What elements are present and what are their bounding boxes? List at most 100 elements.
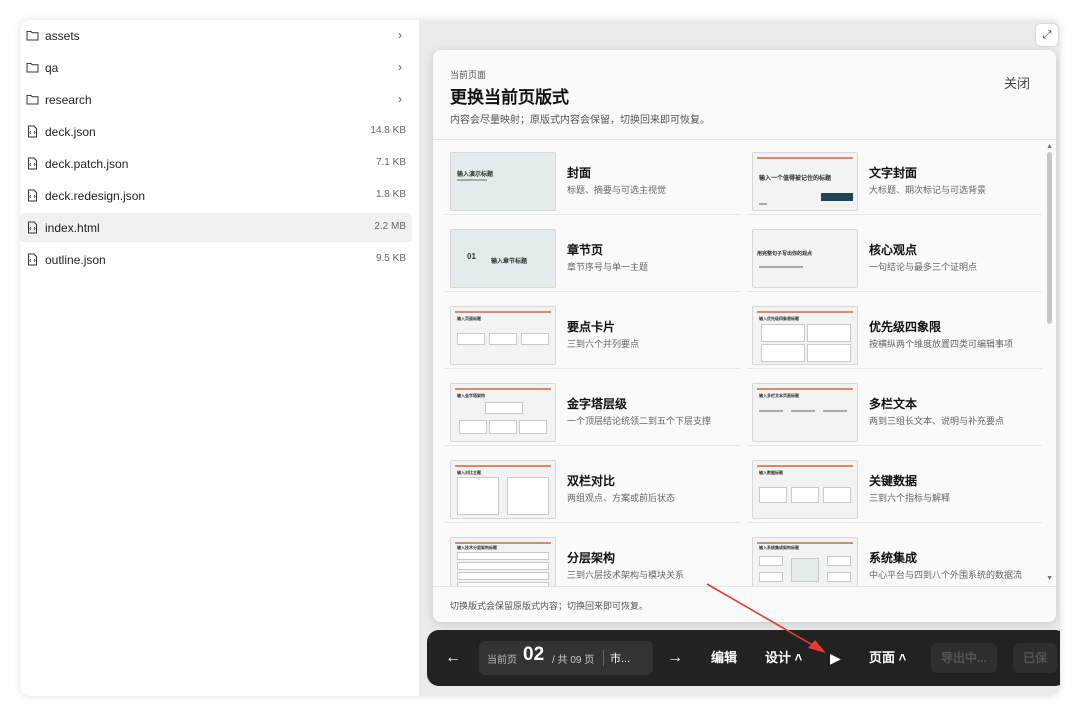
scroll-up-icon[interactable]: ▲ [1046, 143, 1053, 150]
layout-title: 双栏对比 [567, 474, 616, 488]
file-name: outline.json [45, 253, 106, 267]
close-button[interactable]: 关闭 [1004, 73, 1030, 92]
layout-description: 章节序号与单一主题 [567, 262, 649, 272]
chevron-right-icon: › [398, 92, 402, 106]
layout-description: 标题、摘要与可选主视觉 [567, 185, 667, 195]
expand-icon[interactable]: ⤢ [1036, 24, 1058, 46]
layout-option[interactable]: 01 输入章节标题 章节页 章节序号与单一主题 [445, 220, 740, 292]
file-browser: assets › qa › research › deck.json 14.8 KB deck.… [20, 20, 419, 696]
layout-thumbnail: 输入对比主题 [450, 460, 556, 519]
layout-option[interactable]: 输入优先级四象限标题 优先级四象限按横纵两个维度放置四类可编辑事项 [747, 297, 1042, 369]
layout-option[interactable]: 输入系统集成架构标题 系统集成 中心平台与四到八个外围系统的数据流 [747, 528, 1042, 586]
layout-thumbnail: 输入一个值得被记住的标题 [752, 152, 858, 211]
file-name: research [45, 93, 92, 107]
chevron-right-icon: › [398, 28, 402, 42]
layout-thumbnail: 输入技术分层架构标题 [450, 537, 556, 586]
layout-option[interactable]: 输入对比主题 双栏对比两组观点、方案或前后状态 [445, 451, 740, 523]
page-indicator[interactable]: 当前页 02 / 共 09 页 市... [479, 641, 653, 675]
page-menu-button[interactable]: 页面 ˄ [869, 630, 906, 686]
layout-thumbnail: 输入金字塔架构 [450, 383, 556, 442]
next-page-button[interactable]: → [667, 630, 683, 686]
layout-option[interactable]: 输入页面标题 要点卡片三到六个并列要点 [445, 297, 740, 369]
layout-description: 一个顶层结论统领二到五个下层支撑 [567, 416, 712, 426]
layout-description: 三到六个指标与解释 [869, 493, 951, 503]
file-row[interactable]: research › [20, 85, 412, 114]
layout-description: 按横纵两个维度放置四类可编辑事项 [869, 339, 1014, 349]
file-name: deck.redesign.json [45, 189, 146, 203]
dialog-footer-text: 切换版式会保留原版式内容；切换回来即可恢复。 [450, 601, 649, 611]
file-icon [26, 189, 39, 202]
layout-option[interactable]: 输入技术分层架构标题 分层架构三到六层技术架构与模块关系 [445, 528, 740, 586]
layout-option[interactable]: 输入一个值得被记住的标题 文字封面大标题、期次标记与可选背景 [747, 143, 1042, 215]
layout-title: 系统集成 [869, 551, 918, 565]
layout-title: 要点卡片 [567, 320, 616, 334]
dialog-footer: 切换版式会保留原版式内容；切换回来即可恢复。 [433, 586, 1056, 622]
layout-option[interactable]: 用完整句子写出你的观点 核心观点 一句结论与最多三个证明点 [747, 220, 1042, 292]
file-icon [26, 157, 39, 170]
file-row[interactable]: index.html 2.2 MB [20, 213, 412, 242]
folder-icon [26, 93, 39, 106]
app-window: assets › qa › research › deck.json 14.8 KB deck.… [20, 20, 1060, 696]
saved-status: 已保 [1013, 643, 1058, 673]
layout-description: 大标题、期次标记与可选背景 [869, 185, 987, 195]
edit-button[interactable]: 编辑 [711, 630, 737, 686]
file-row[interactable]: outline.json 9.5 KB [20, 245, 412, 274]
layout-title: 金字塔层级 [567, 397, 628, 411]
layout-thumbnail: 输入数据标题 [752, 460, 858, 519]
layout-option[interactable]: 输入多栏文本页面标题 多栏文本 两到三组长文本、说明与补充要点 [747, 374, 1042, 446]
layout-title: 关键数据 [869, 474, 918, 488]
presentation-toolbar: ← 当前页 02 / 共 09 页 市... → 编辑 设计 ˄ ▶ 页面 ˄ … [427, 630, 1060, 686]
page-total: / 共 09 页 [552, 655, 595, 666]
layout-option[interactable]: 输入数据标题 关键数据三到六个指标与解释 [747, 451, 1042, 523]
scroll-down-icon[interactable]: ▼ [1046, 575, 1053, 582]
play-icon[interactable]: ▶ [830, 630, 841, 686]
file-row[interactable]: deck.json 14.8 KB [20, 117, 412, 146]
file-icon [26, 125, 39, 138]
file-size: 2.2 MB [374, 221, 406, 232]
layout-thumbnail: 输入优先级四象限标题 [752, 306, 858, 365]
file-name: deck.json [45, 125, 96, 139]
page-number: 02 [523, 644, 545, 665]
layout-option[interactable]: 输入演示标题 封面 标题、摘要与可选主视觉 [445, 143, 740, 215]
file-row[interactable]: deck.patch.json 7.1 KB [20, 149, 412, 178]
file-row[interactable]: qa › [20, 53, 412, 82]
layout-title: 封面 [567, 166, 592, 180]
file-name: assets [45, 29, 80, 43]
page-label: 当前页 [487, 655, 517, 666]
design-button[interactable]: 设计 ˄ [765, 630, 802, 686]
scrollbar-thumb[interactable] [1047, 152, 1052, 324]
layout-option[interactable]: 输入金字塔架构 金字塔层级一个顶层结论统领二到五个下层支撑 [445, 374, 740, 446]
folder-icon [26, 61, 39, 74]
layout-description: 两到三组长文本、说明与补充要点 [869, 416, 1005, 426]
layout-description: 两组观点、方案或前后状态 [567, 493, 676, 503]
layout-thumbnail: 输入页面标题 [450, 306, 556, 365]
chevron-right-icon: › [398, 60, 402, 74]
dialog-header: 当前页面 更换当前页版式 内容会尽量映射；原版式内容会保留，切换回来即可恢复。 … [433, 50, 1056, 140]
prev-page-button[interactable]: ← [445, 630, 461, 686]
file-size: 9.5 KB [375, 253, 406, 264]
layout-title: 优先级四象限 [869, 320, 942, 334]
layout-title: 多栏文本 [869, 397, 918, 411]
file-name: qa [45, 61, 59, 75]
slide-preview-area: ⤢ 当前页面 更换当前页版式 内容会尽量映射；原版式内容会保留，切换回来即可恢复… [419, 20, 1060, 696]
file-name: deck.patch.json [45, 157, 129, 171]
file-name: index.html [45, 221, 100, 235]
folder-icon [26, 29, 39, 42]
dialog-title: 更换当前页版式 [450, 88, 569, 107]
layout-title: 文字封面 [869, 166, 918, 180]
file-row[interactable]: assets › [20, 21, 412, 50]
layout-title: 核心观点 [869, 243, 918, 257]
page-section: 市... [610, 653, 631, 665]
layout-description: 三到六层技术架构与模块关系 [567, 570, 685, 580]
file-size: 14.8 KB [370, 125, 406, 136]
export-button[interactable]: 导出中... [931, 643, 998, 673]
page-divider [603, 650, 604, 666]
layout-grid: 输入演示标题 封面 标题、摘要与可选主视觉 输入一个值得被记住的标题 文字封面 大标题、期… [433, 141, 1043, 586]
layout-description: 中心平台与四到八个外围系统的数据流 [869, 570, 1023, 580]
file-size: 7.1 KB [375, 157, 406, 168]
dialog-subtitle: 当前页面 [450, 70, 487, 80]
file-row[interactable]: deck.redesign.json 1.8 KB [20, 181, 412, 210]
layout-description: 三到六个并列要点 [567, 339, 640, 349]
layout-thumbnail: 用完整句子写出你的观点 [752, 229, 858, 288]
layout-title: 分层架构 [567, 551, 616, 565]
